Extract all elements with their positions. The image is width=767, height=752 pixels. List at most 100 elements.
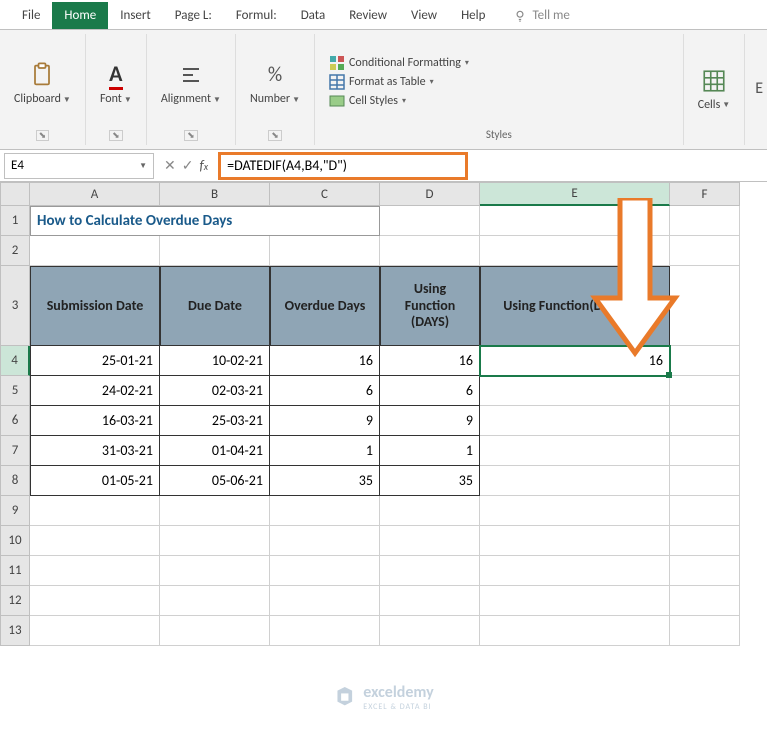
formula-accept-button[interactable]: ✓: [182, 157, 194, 174]
cell-d1[interactable]: [380, 206, 480, 236]
cell-e12[interactable]: [480, 586, 670, 616]
tab-formulas[interactable]: Formul:: [224, 2, 289, 29]
cell-c8[interactable]: 35: [270, 466, 380, 496]
cell-f13[interactable]: [670, 616, 740, 646]
cell-f5[interactable]: [670, 376, 740, 406]
cell-a4[interactable]: 25-01-21: [30, 346, 160, 376]
cell-a11[interactable]: [30, 556, 160, 586]
row-header-3[interactable]: 3: [0, 266, 30, 346]
row-header-12[interactable]: 12: [0, 586, 30, 616]
select-all-corner[interactable]: [0, 182, 30, 206]
cell-f12[interactable]: [670, 586, 740, 616]
namebox-dropdown-icon[interactable]: ▼: [139, 161, 147, 171]
clipboard-button[interactable]: Clipboard▼: [10, 55, 75, 110]
cell-c6[interactable]: 9: [270, 406, 380, 436]
cell-e10[interactable]: [480, 526, 670, 556]
cell-e1[interactable]: [480, 206, 670, 236]
cell-f7[interactable]: [670, 436, 740, 466]
cell-e8[interactable]: [480, 466, 670, 496]
row-header-6[interactable]: 6: [0, 406, 30, 436]
row-header-1[interactable]: 1: [0, 206, 30, 236]
cell-d6[interactable]: 9: [380, 406, 480, 436]
cell-e11[interactable]: [480, 556, 670, 586]
cell-d12[interactable]: [380, 586, 480, 616]
row-header-9[interactable]: 9: [0, 496, 30, 526]
header-using-datedif[interactable]: Using Function(DATEDIF): [480, 266, 670, 346]
cell-a1-title[interactable]: How to Calculate Overdue Days: [30, 206, 380, 236]
cell-d13[interactable]: [380, 616, 480, 646]
tab-review[interactable]: Review: [337, 2, 399, 29]
cell-c13[interactable]: [270, 616, 380, 646]
clipboard-dialog-launcher[interactable]: ⬊: [36, 130, 50, 141]
cell-e7[interactable]: [480, 436, 670, 466]
cell-b6[interactable]: 25-03-21: [160, 406, 270, 436]
formula-input[interactable]: =DATEDIF(A4,B4,"D"): [218, 152, 468, 180]
cell-b12[interactable]: [160, 586, 270, 616]
tab-insert[interactable]: Insert: [108, 2, 163, 29]
cell-e9[interactable]: [480, 496, 670, 526]
cell-f1[interactable]: [670, 206, 740, 236]
tab-view[interactable]: View: [399, 2, 449, 29]
cell-d5[interactable]: 6: [380, 376, 480, 406]
formula-cancel-button[interactable]: ✕: [164, 157, 176, 174]
cell-c7[interactable]: 1: [270, 436, 380, 466]
name-box[interactable]: E4 ▼: [4, 153, 154, 179]
cell-d8[interactable]: 35: [380, 466, 480, 496]
number-dialog-launcher[interactable]: ⬊: [268, 130, 282, 141]
cell-a2[interactable]: [30, 236, 160, 266]
tab-file[interactable]: File: [10, 2, 52, 29]
cells-button[interactable]: Cells▼: [694, 61, 735, 116]
cell-c2[interactable]: [270, 236, 380, 266]
cell-e6[interactable]: [480, 406, 670, 436]
cell-e13[interactable]: [480, 616, 670, 646]
row-header-4[interactable]: 4: [0, 346, 30, 376]
cell-e2[interactable]: [480, 236, 670, 266]
cell-c9[interactable]: [270, 496, 380, 526]
alignment-button[interactable]: Alignment▼: [157, 55, 225, 110]
cell-f6[interactable]: [670, 406, 740, 436]
conditional-formatting-button[interactable]: Conditional Formatting▾: [325, 54, 673, 72]
cell-f11[interactable]: [670, 556, 740, 586]
cell-d7[interactable]: 1: [380, 436, 480, 466]
cell-a8[interactable]: 01-05-21: [30, 466, 160, 496]
cell-e5[interactable]: [480, 376, 670, 406]
cell-f4[interactable]: [670, 346, 740, 376]
cell-a6[interactable]: 16-03-21: [30, 406, 160, 436]
row-header-8[interactable]: 8: [0, 466, 30, 496]
format-as-table-button[interactable]: Format as Table▾: [325, 73, 673, 91]
header-submission-date[interactable]: Submission Date: [30, 266, 160, 346]
row-header-2[interactable]: 2: [0, 236, 30, 266]
tellme-search[interactable]: Tell me: [501, 2, 581, 29]
cell-e4[interactable]: 16: [480, 346, 670, 376]
cell-b11[interactable]: [160, 556, 270, 586]
fx-icon[interactable]: fx: [199, 157, 208, 174]
cell-b13[interactable]: [160, 616, 270, 646]
cell-a5[interactable]: 24-02-21: [30, 376, 160, 406]
cell-styles-button[interactable]: Cell Styles▾: [325, 92, 673, 110]
cell-c11[interactable]: [270, 556, 380, 586]
cell-b9[interactable]: [160, 496, 270, 526]
cell-f9[interactable]: [670, 496, 740, 526]
cell-c10[interactable]: [270, 526, 380, 556]
number-button[interactable]: % Number▼: [246, 55, 304, 110]
header-due-date[interactable]: Due Date: [160, 266, 270, 346]
row-header-10[interactable]: 10: [0, 526, 30, 556]
col-header-f[interactable]: F: [670, 182, 740, 206]
cell-c5[interactable]: 6: [270, 376, 380, 406]
cell-f2[interactable]: [670, 236, 740, 266]
font-button[interactable]: A Font▼: [96, 55, 136, 110]
cell-b4[interactable]: 10-02-21: [160, 346, 270, 376]
cell-f3[interactable]: [670, 266, 740, 346]
cell-f10[interactable]: [670, 526, 740, 556]
cell-b10[interactable]: [160, 526, 270, 556]
cell-a13[interactable]: [30, 616, 160, 646]
tab-pagelayout[interactable]: Page L:: [163, 2, 224, 29]
cell-a7[interactable]: 31-03-21: [30, 436, 160, 466]
row-header-13[interactable]: 13: [0, 616, 30, 646]
row-header-7[interactable]: 7: [0, 436, 30, 466]
cell-f8[interactable]: [670, 466, 740, 496]
tab-data[interactable]: Data: [289, 2, 338, 29]
col-header-e[interactable]: E: [480, 182, 670, 206]
cell-d9[interactable]: [380, 496, 480, 526]
cell-d11[interactable]: [380, 556, 480, 586]
